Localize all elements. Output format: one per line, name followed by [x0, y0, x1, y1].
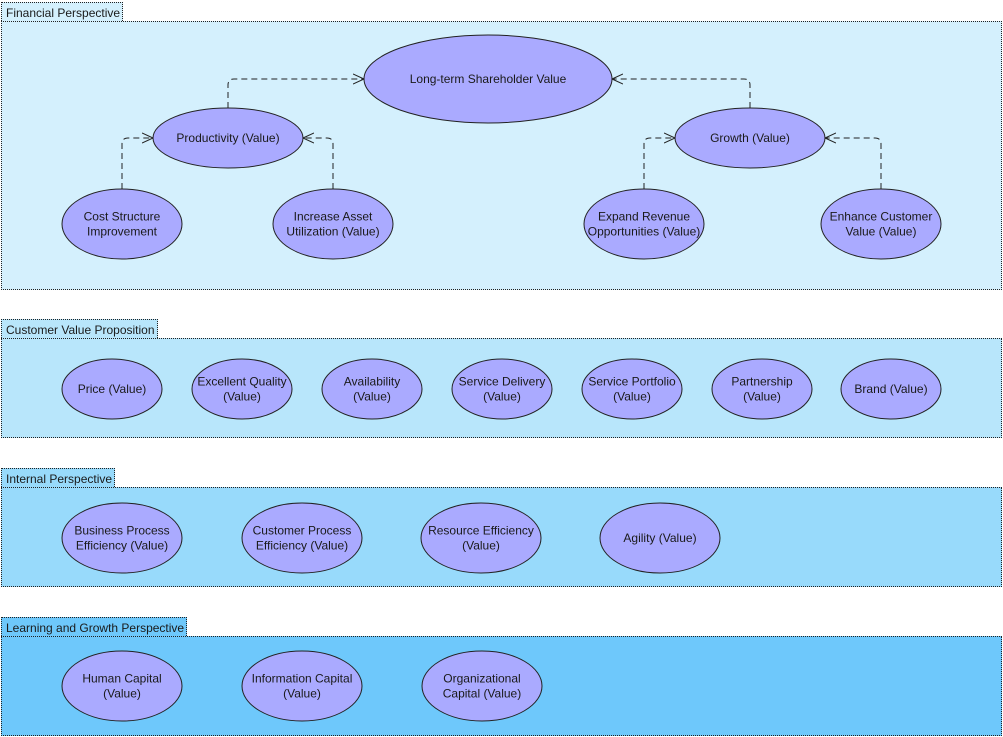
node-label: Productivity (Value) [176, 131, 279, 145]
node-label: Opportunities (Value) [588, 225, 701, 239]
node-label: Customer Process [253, 524, 352, 538]
node-bpe[interactable]: Business ProcessEfficiency (Value) [61, 502, 183, 574]
node-label: Improvement [87, 225, 158, 239]
node-label: Price (Value) [78, 382, 146, 396]
edge-asset-to-productivity[interactable] [303, 138, 334, 189]
node-label: Brand (Value) [854, 382, 927, 396]
node-label: (Value) [613, 390, 651, 404]
node-enhance[interactable]: Enhance CustomerValue (Value) [820, 188, 942, 260]
node-brand[interactable]: Brand (Value) [840, 358, 942, 420]
edge-cost-to-productivity[interactable] [121, 138, 153, 189]
node-label: Capital (Value) [443, 687, 521, 701]
node-label: Cost Structure [84, 210, 161, 224]
node-label: Availability [344, 375, 400, 389]
node-label: Long-term Shareholder Value [410, 72, 567, 86]
node-label: Increase Asset [294, 210, 373, 224]
node-cpe[interactable]: Customer ProcessEfficiency (Value) [241, 502, 363, 574]
node-label: Agility (Value) [623, 531, 696, 545]
edge-productivity-to-shareholder[interactable] [227, 79, 364, 108]
edge-growth-to-shareholder[interactable] [612, 79, 751, 108]
node-label: Enhance Customer [830, 210, 933, 224]
node-information[interactable]: Information Capital(Value) [241, 650, 363, 722]
node-label: Partnership [731, 375, 793, 389]
node-label: Resource Efficiency [428, 524, 534, 538]
node-agility[interactable]: Agility (Value) [599, 502, 721, 574]
node-revenue[interactable]: Expand RevenueOpportunities (Value) [583, 188, 705, 260]
node-label: (Value) [483, 390, 521, 404]
node-label: (Value) [103, 687, 141, 701]
node-resource[interactable]: Resource Efficiency(Value) [420, 502, 542, 574]
node-price[interactable]: Price (Value) [61, 358, 163, 420]
node-label: (Value) [223, 390, 261, 404]
node-label: Organizational [443, 672, 520, 686]
node-cost[interactable]: Cost StructureImprovement [61, 188, 183, 260]
node-growth[interactable]: Growth (Value) [674, 107, 826, 169]
node-label: Efficiency (Value) [76, 539, 168, 553]
node-delivery[interactable]: Service Delivery(Value) [451, 358, 553, 420]
edge-revenue-to-growth[interactable] [643, 138, 675, 189]
node-label: Expand Revenue [598, 210, 690, 224]
node-quality[interactable]: Excellent Quality(Value) [191, 358, 293, 420]
node-label: Value (Value) [846, 225, 917, 239]
node-label: Utilization (Value) [286, 225, 379, 239]
node-human[interactable]: Human Capital(Value) [61, 650, 183, 722]
node-portfolio[interactable]: Service Portfolio(Value) [581, 358, 683, 420]
node-label: Human Capital [82, 672, 161, 686]
node-organizational[interactable]: OrganizationalCapital (Value) [421, 650, 543, 722]
node-label: Excellent Quality [197, 375, 286, 389]
diagram-canvas: Long-term Shareholder Value Productivity … [61, 34, 942, 722]
node-label: (Value) [462, 539, 500, 553]
edge-enhance-to-growth[interactable] [825, 138, 882, 189]
node-label: (Value) [353, 390, 391, 404]
node-label: Service Portfolio [588, 375, 676, 389]
node-asset[interactable]: Increase AssetUtilization (Value) [272, 188, 394, 260]
node-label: Growth (Value) [710, 131, 790, 145]
node-label: (Value) [743, 390, 781, 404]
node-productivity[interactable]: Productivity (Value) [152, 107, 304, 169]
node-partnership[interactable]: Partnership(Value) [711, 358, 813, 420]
node-label: Information Capital [252, 672, 353, 686]
node-label: Service Delivery [459, 375, 546, 389]
node-availability[interactable]: Availability(Value) [321, 358, 423, 420]
node-label: Business Process [74, 524, 169, 538]
node-label: (Value) [283, 687, 321, 701]
node-shareholder[interactable]: Long-term Shareholder Value [363, 34, 613, 124]
node-label: Efficiency (Value) [256, 539, 348, 553]
